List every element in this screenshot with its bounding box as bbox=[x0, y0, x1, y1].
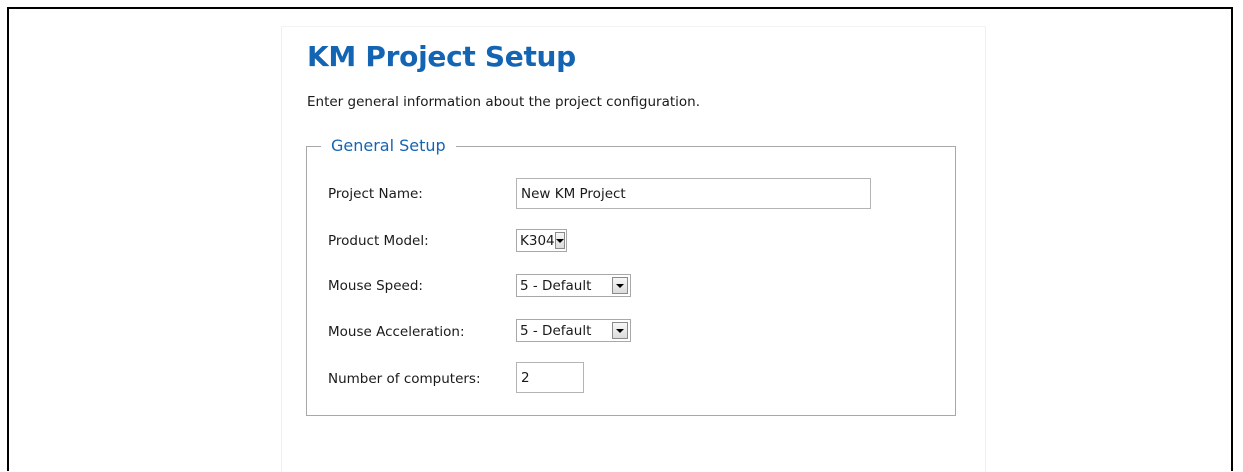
number-of-computers-input[interactable] bbox=[516, 362, 584, 393]
product-model-value: K304 bbox=[520, 232, 555, 249]
mouse-acceleration-select[interactable]: 5 - Default bbox=[516, 319, 631, 342]
project-name-input[interactable] bbox=[516, 178, 871, 209]
page-title: KM Project Setup bbox=[307, 40, 576, 73]
mouse-speed-dropdown-button[interactable] bbox=[612, 277, 628, 294]
chevron-down-icon bbox=[616, 328, 624, 333]
project-name-label: Project Name: bbox=[328, 186, 423, 202]
general-setup-legend: General Setup bbox=[321, 136, 456, 155]
mouse-speed-select[interactable]: 5 - Default bbox=[516, 274, 631, 297]
product-model-dropdown-button[interactable] bbox=[554, 232, 565, 249]
mouse-speed-label: Mouse Speed: bbox=[328, 278, 423, 294]
number-of-computers-label: Number of computers: bbox=[328, 371, 481, 387]
chevron-down-icon bbox=[616, 283, 624, 288]
mouse-acceleration-label: Mouse Acceleration: bbox=[328, 324, 465, 340]
product-model-select[interactable]: K304 bbox=[516, 229, 567, 252]
mouse-acceleration-value: 5 - Default bbox=[520, 322, 592, 339]
product-model-label: Product Model: bbox=[328, 233, 429, 249]
mouse-acceleration-dropdown-button[interactable] bbox=[612, 322, 628, 339]
chevron-down-icon bbox=[555, 238, 564, 243]
page-subtitle: Enter general information about the proj… bbox=[307, 94, 701, 110]
mouse-speed-value: 5 - Default bbox=[520, 277, 592, 294]
